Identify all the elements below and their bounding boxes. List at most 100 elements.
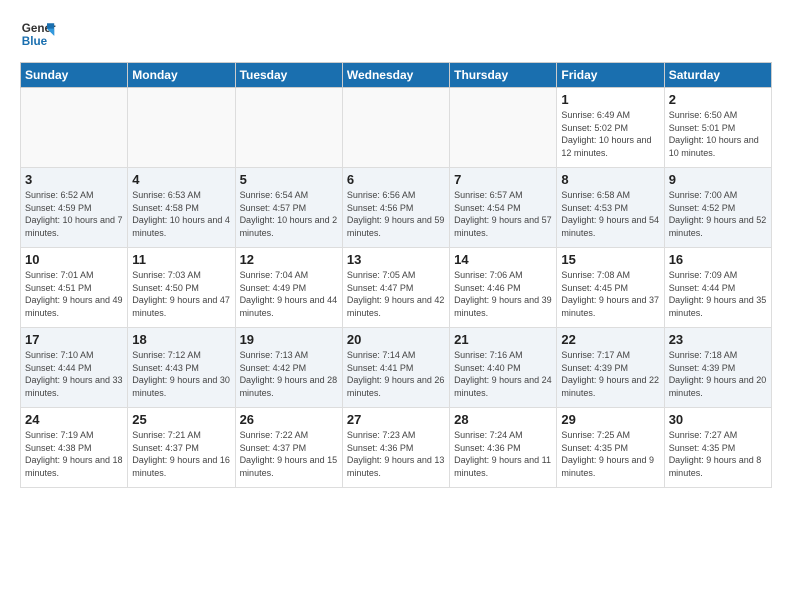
calendar-day-header: Monday	[128, 63, 235, 88]
day-number: 15	[561, 252, 659, 267]
calendar-day-header: Tuesday	[235, 63, 342, 88]
calendar-cell: 12Sunrise: 7:04 AM Sunset: 4:49 PM Dayli…	[235, 248, 342, 328]
day-number: 28	[454, 412, 552, 427]
calendar-cell: 24 Sunrise: 7:19 AM Sunset: 4:38 PM Dayli…	[21, 408, 128, 488]
calendar-day-header: Wednesday	[342, 63, 449, 88]
day-info: Sunrise: 7:06 AM Sunset: 4:46 PM Dayligh…	[454, 269, 552, 319]
day-info: Sunrise: 7:27 AM Sunset: 4:35 PM Dayligh…	[669, 429, 767, 479]
calendar-cell: 13Sunrise: 7:05 AM Sunset: 4:47 PM Dayli…	[342, 248, 449, 328]
day-info: Sunrise: 7:23 AM Sunset: 4:36 PM Dayligh…	[347, 429, 445, 479]
calendar-cell: 30 Sunrise: 7:27 AM Sunset: 4:35 PM Dayli…	[664, 408, 771, 488]
day-number: 3	[25, 172, 123, 187]
day-info: Sunrise: 7:19 AM Sunset: 4:38 PM Dayligh…	[25, 429, 123, 479]
day-number: 22	[561, 332, 659, 347]
day-info: Sunrise: 6:57 AM Sunset: 4:54 PM Dayligh…	[454, 189, 552, 239]
day-info: Sunrise: 6:54 AM Sunset: 4:57 PM Dayligh…	[240, 189, 338, 239]
svg-text:Blue: Blue	[22, 35, 48, 48]
calendar-cell: 28 Sunrise: 7:24 AM Sunset: 4:36 PM Dayli…	[450, 408, 557, 488]
calendar-cell: 17 Sunrise: 7:10 AM Sunset: 4:44 PM Dayli…	[21, 328, 128, 408]
day-number: 29	[561, 412, 659, 427]
calendar-cell: 27Sunrise: 7:23 AM Sunset: 4:36 PM Dayli…	[342, 408, 449, 488]
calendar-week-row: 3 Sunrise: 6:52 AM Sunset: 4:59 PM Daylig…	[21, 168, 772, 248]
day-number: 2	[669, 92, 767, 107]
day-number: 16	[669, 252, 767, 267]
day-info: Sunrise: 7:12 AM Sunset: 4:43 PM Dayligh…	[132, 349, 230, 399]
calendar-cell: 7 Sunrise: 6:57 AM Sunset: 4:54 PM Daylig…	[450, 168, 557, 248]
day-number: 18	[132, 332, 230, 347]
day-info: Sunrise: 7:09 AM Sunset: 4:44 PM Dayligh…	[669, 269, 767, 319]
day-number: 1	[561, 92, 659, 107]
day-info: Sunrise: 7:17 AM Sunset: 4:39 PM Dayligh…	[561, 349, 659, 399]
day-number: 9	[669, 172, 767, 187]
calendar-cell: 20 Sunrise: 7:14 AM Sunset: 4:41 PM Dayli…	[342, 328, 449, 408]
calendar-cell	[21, 88, 128, 168]
day-info: Sunrise: 7:08 AM Sunset: 4:45 PM Dayligh…	[561, 269, 659, 319]
calendar-cell: 15 Sunrise: 7:08 AM Sunset: 4:45 PM Dayli…	[557, 248, 664, 328]
calendar-cell: 8 Sunrise: 6:58 AM Sunset: 4:53 PM Daylig…	[557, 168, 664, 248]
day-info: Sunrise: 6:56 AM Sunset: 4:56 PM Dayligh…	[347, 189, 445, 239]
day-number: 14	[454, 252, 552, 267]
calendar-cell	[235, 88, 342, 168]
day-number: 8	[561, 172, 659, 187]
day-number: 20	[347, 332, 445, 347]
day-info: Sunrise: 6:58 AM Sunset: 4:53 PM Dayligh…	[561, 189, 659, 239]
logo: General Blue	[20, 16, 56, 52]
day-info: Sunrise: 7:01 AM Sunset: 4:51 PM Dayligh…	[25, 269, 123, 319]
day-info: Sunrise: 7:03 AM Sunset: 4:50 PM Dayligh…	[132, 269, 230, 319]
day-info: Sunrise: 7:21 AM Sunset: 4:37 PM Dayligh…	[132, 429, 230, 479]
calendar-table: SundayMondayTuesdayWednesdayThursdayFrid…	[20, 62, 772, 488]
day-number: 23	[669, 332, 767, 347]
day-info: Sunrise: 7:14 AM Sunset: 4:41 PM Dayligh…	[347, 349, 445, 399]
calendar-cell	[450, 88, 557, 168]
calendar-cell	[342, 88, 449, 168]
calendar-cell	[128, 88, 235, 168]
day-number: 19	[240, 332, 338, 347]
calendar-week-row: 1 Sunrise: 6:49 AM Sunset: 5:02 PM Daylig…	[21, 88, 772, 168]
calendar-cell: 10 Sunrise: 7:01 AM Sunset: 4:51 PM Dayli…	[21, 248, 128, 328]
day-info: Sunrise: 7:16 AM Sunset: 4:40 PM Dayligh…	[454, 349, 552, 399]
day-info: Sunrise: 6:49 AM Sunset: 5:02 PM Dayligh…	[561, 109, 659, 159]
day-number: 24	[25, 412, 123, 427]
day-info: Sunrise: 7:24 AM Sunset: 4:36 PM Dayligh…	[454, 429, 552, 479]
day-number: 25	[132, 412, 230, 427]
calendar-week-row: 10 Sunrise: 7:01 AM Sunset: 4:51 PM Dayli…	[21, 248, 772, 328]
calendar-cell: 4Sunrise: 6:53 AM Sunset: 4:58 PM Daylig…	[128, 168, 235, 248]
day-info: Sunrise: 7:00 AM Sunset: 4:52 PM Dayligh…	[669, 189, 767, 239]
calendar-cell: 22 Sunrise: 7:17 AM Sunset: 4:39 PM Dayli…	[557, 328, 664, 408]
calendar-day-header: Saturday	[664, 63, 771, 88]
calendar-cell: 1 Sunrise: 6:49 AM Sunset: 5:02 PM Daylig…	[557, 88, 664, 168]
calendar-header-row: SundayMondayTuesdayWednesdayThursdayFrid…	[21, 63, 772, 88]
calendar-week-row: 17 Sunrise: 7:10 AM Sunset: 4:44 PM Dayli…	[21, 328, 772, 408]
calendar-week-row: 24 Sunrise: 7:19 AM Sunset: 4:38 PM Dayli…	[21, 408, 772, 488]
calendar-cell: 21Sunrise: 7:16 AM Sunset: 4:40 PM Dayli…	[450, 328, 557, 408]
calendar-cell: 25 Sunrise: 7:21 AM Sunset: 4:37 PM Dayli…	[128, 408, 235, 488]
page: General Blue SundayMondayTuesdayWednesda…	[0, 0, 792, 504]
calendar-cell: 26 Sunrise: 7:22 AM Sunset: 4:37 PM Dayli…	[235, 408, 342, 488]
day-number: 30	[669, 412, 767, 427]
calendar-cell: 23 Sunrise: 7:18 AM Sunset: 4:39 PM Dayli…	[664, 328, 771, 408]
calendar-cell: 5 Sunrise: 6:54 AM Sunset: 4:57 PM Daylig…	[235, 168, 342, 248]
day-number: 7	[454, 172, 552, 187]
calendar-cell: 18 Sunrise: 7:12 AM Sunset: 4:43 PM Dayli…	[128, 328, 235, 408]
day-info: Sunrise: 7:25 AM Sunset: 4:35 PM Dayligh…	[561, 429, 659, 479]
calendar-cell: 19 Sunrise: 7:13 AM Sunset: 4:42 PM Dayli…	[235, 328, 342, 408]
calendar-day-header: Sunday	[21, 63, 128, 88]
day-info: Sunrise: 7:13 AM Sunset: 4:42 PM Dayligh…	[240, 349, 338, 399]
day-info: Sunrise: 7:22 AM Sunset: 4:37 PM Dayligh…	[240, 429, 338, 479]
day-number: 13	[347, 252, 445, 267]
calendar-cell: 3 Sunrise: 6:52 AM Sunset: 4:59 PM Daylig…	[21, 168, 128, 248]
calendar-cell: 14 Sunrise: 7:06 AM Sunset: 4:46 PM Dayli…	[450, 248, 557, 328]
day-number: 5	[240, 172, 338, 187]
day-info: Sunrise: 7:18 AM Sunset: 4:39 PM Dayligh…	[669, 349, 767, 399]
day-number: 17	[25, 332, 123, 347]
calendar-cell: 6Sunrise: 6:56 AM Sunset: 4:56 PM Daylig…	[342, 168, 449, 248]
day-info: Sunrise: 7:10 AM Sunset: 4:44 PM Dayligh…	[25, 349, 123, 399]
header: General Blue	[20, 16, 772, 52]
day-info: Sunrise: 6:52 AM Sunset: 4:59 PM Dayligh…	[25, 189, 123, 239]
calendar-cell: 29 Sunrise: 7:25 AM Sunset: 4:35 PM Dayli…	[557, 408, 664, 488]
day-number: 26	[240, 412, 338, 427]
day-number: 10	[25, 252, 123, 267]
calendar-cell: 2Sunrise: 6:50 AM Sunset: 5:01 PM Daylig…	[664, 88, 771, 168]
calendar-cell: 9 Sunrise: 7:00 AM Sunset: 4:52 PM Daylig…	[664, 168, 771, 248]
day-number: 12	[240, 252, 338, 267]
